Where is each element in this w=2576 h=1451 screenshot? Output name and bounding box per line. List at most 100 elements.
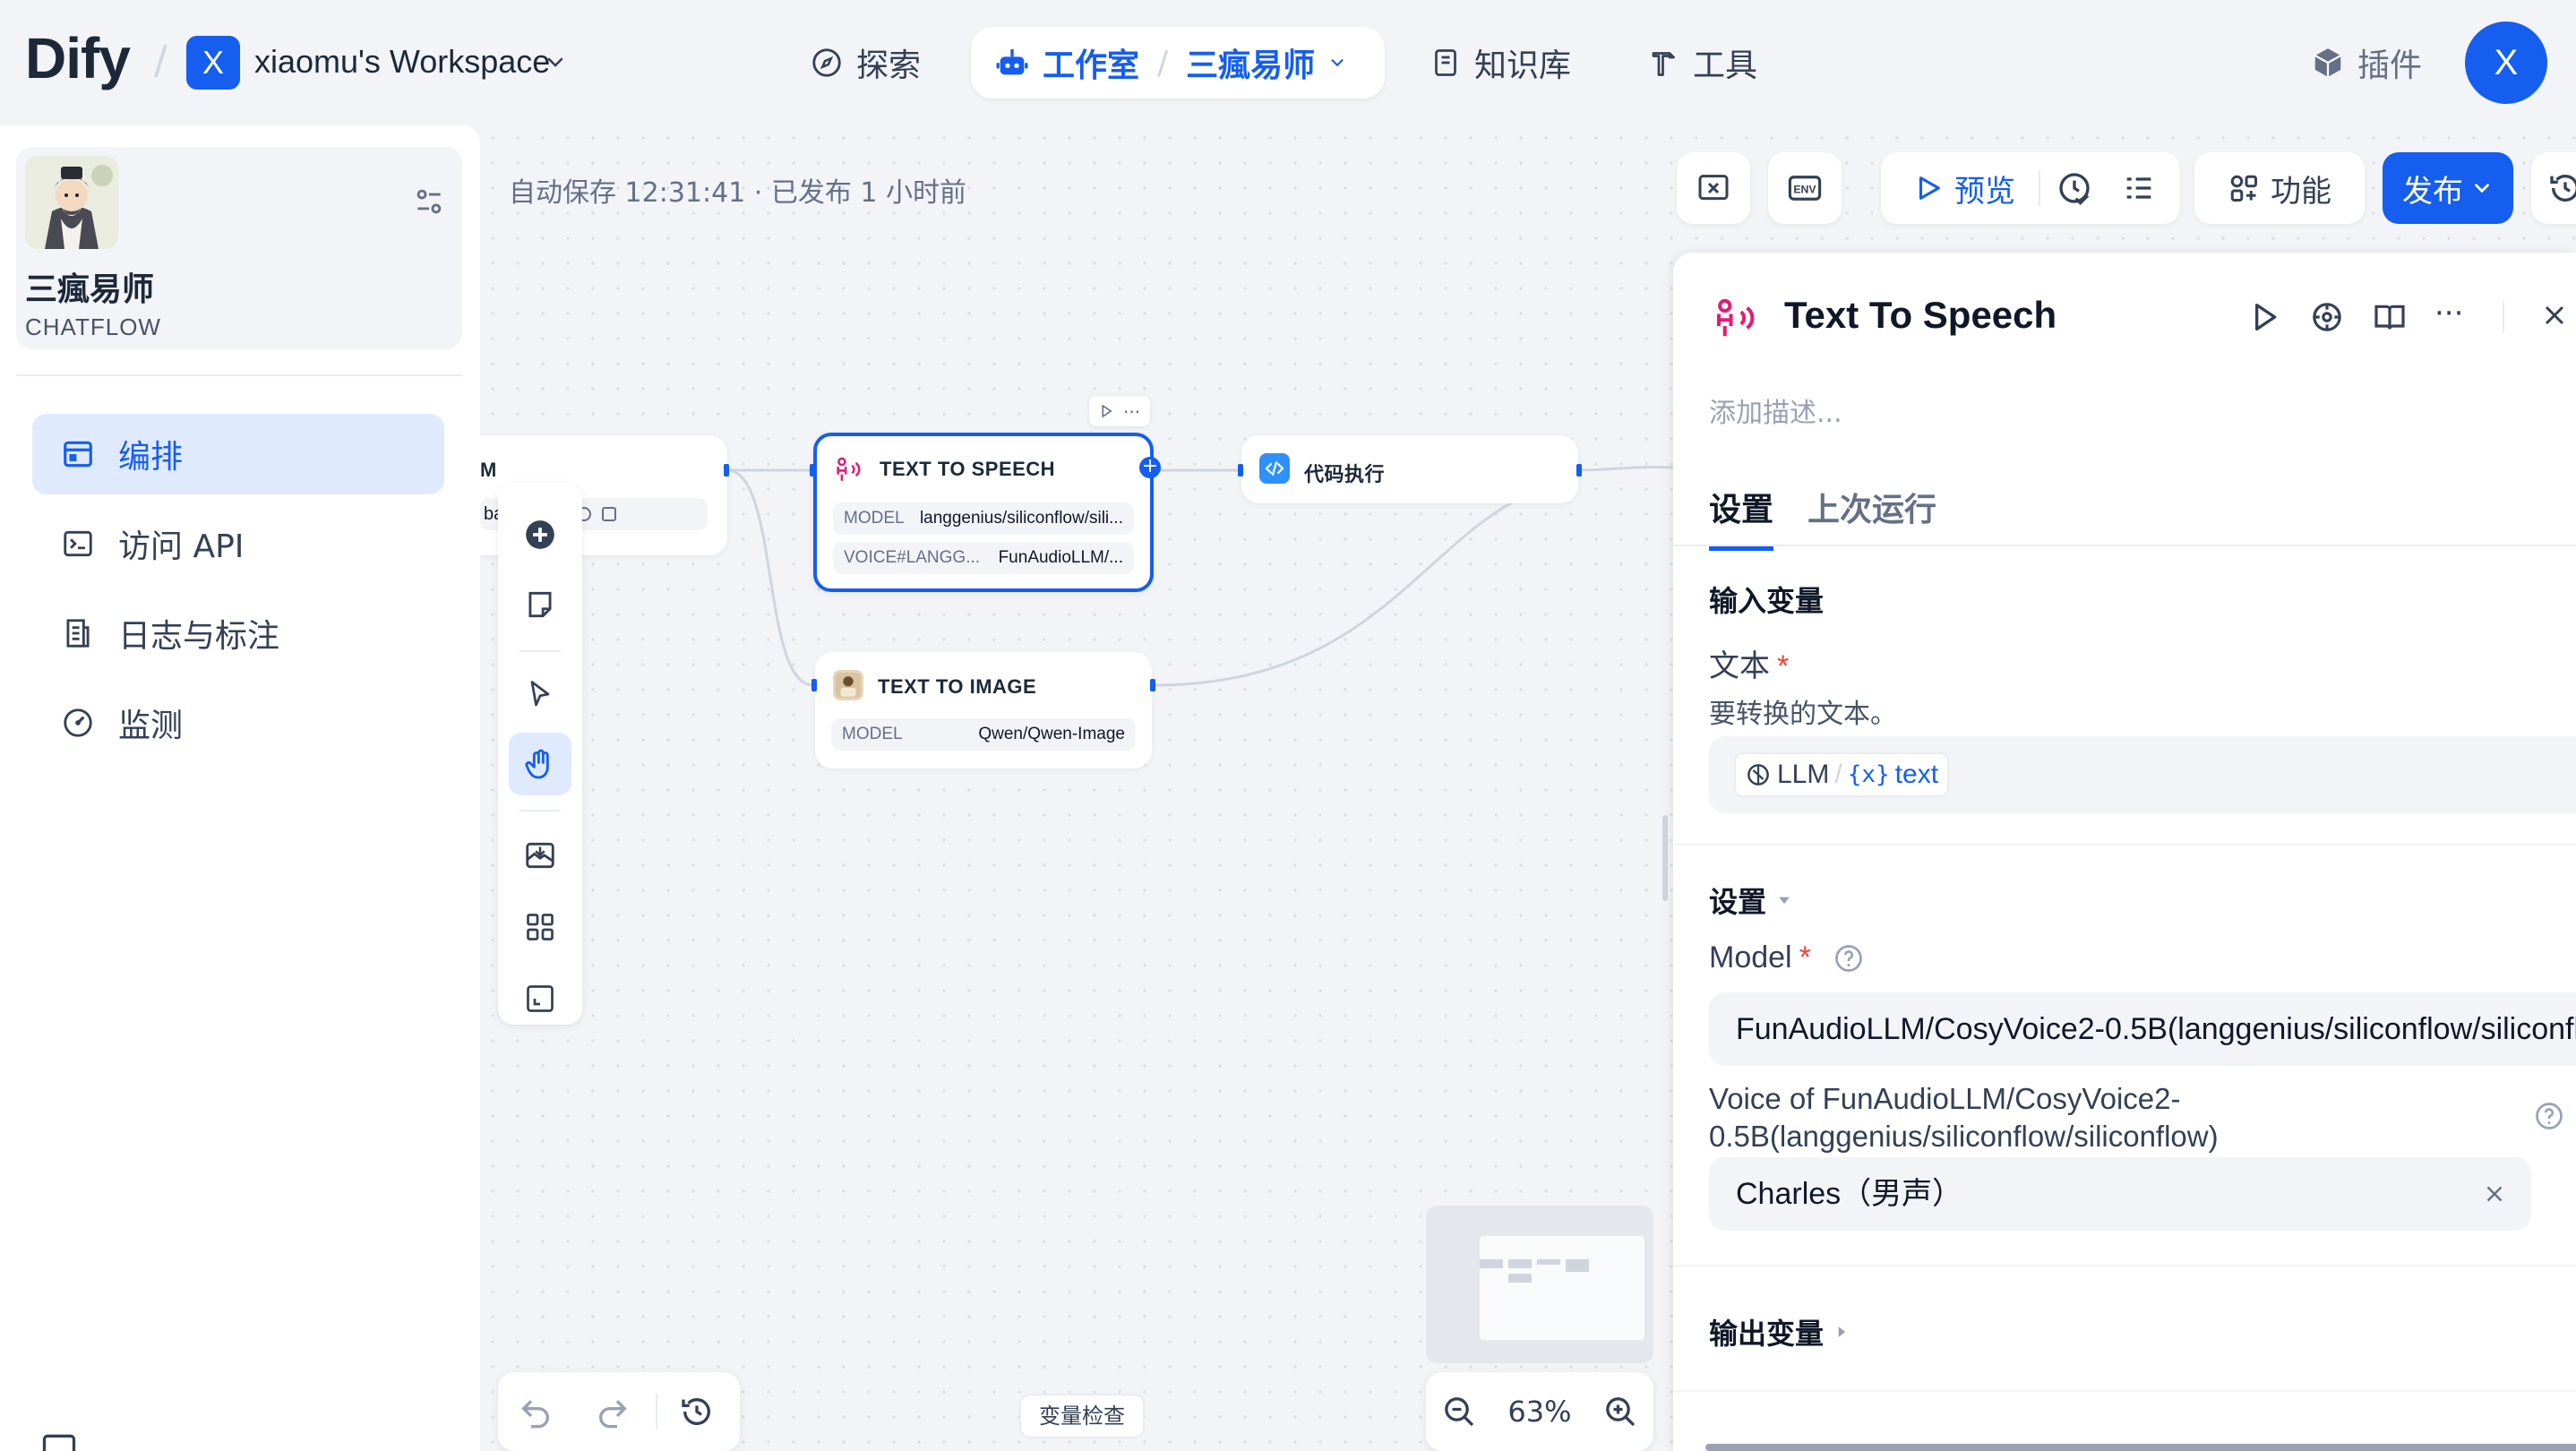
more-icon[interactable]: ··· (2434, 296, 2463, 331)
tts-input-handle[interactable] (810, 464, 815, 477)
tts-model-row: MODEL langgenius/siliconflow/sili... (833, 502, 1134, 535)
sidebar-item-monitor[interactable]: 监测 (32, 683, 444, 763)
text-to-image-node[interactable]: TEXT TO IMAGE MODEL Qwen/Qwen-Image (815, 652, 1152, 768)
text-field-label-text: 文本 (1709, 649, 1770, 683)
input-vars-title-text: 输入变量 (1709, 584, 1825, 618)
variable-x-icon: {x} (1847, 761, 1890, 788)
minimap-viewport[interactable] (1480, 1236, 1644, 1340)
sidebar-item-label: 编排 (118, 439, 184, 476)
description-input[interactable]: 添加描述... (1709, 391, 1842, 430)
organize-blocks-icon[interactable] (509, 896, 571, 958)
add-note-icon[interactable] (509, 573, 571, 636)
tts-voice-value: FunAudioLLM/... (998, 548, 1123, 567)
preview-button[interactable]: 预览 (1913, 152, 2015, 224)
app-settings-icon[interactable] (412, 185, 446, 219)
add-node-icon[interactable] (509, 503, 571, 566)
features-button[interactable]: 功能 (2194, 152, 2365, 224)
tti-input-handle[interactable] (811, 679, 817, 691)
variable-pill[interactable]: LLM / {x} text (1734, 752, 1950, 797)
clear-icon[interactable] (2481, 1181, 2508, 1207)
tts-node[interactable]: TEXT TO SPEECH MODEL langgenius/siliconf… (813, 433, 1154, 592)
help-icon[interactable] (1833, 942, 1865, 974)
run-history-icon[interactable] (2057, 170, 2092, 206)
undo-icon[interactable] (518, 1394, 554, 1430)
canvas-minimap[interactable] (1426, 1206, 1653, 1363)
tts-icon (833, 454, 863, 485)
variable-env-button[interactable] (1677, 152, 1750, 224)
chevron-down-icon (2470, 176, 2494, 200)
panel-resize-handle[interactable] (1662, 815, 1668, 901)
settings-section-title: 设置 (1709, 885, 1767, 919)
voice-select[interactable]: Charles（男声） (1709, 1157, 2531, 1231)
image-tool-icon (833, 670, 863, 700)
divider (519, 650, 561, 652)
voice-select-value: Charles（男声） (1736, 1177, 1963, 1211)
terminal-icon (61, 527, 95, 561)
llm-node-handle[interactable] (724, 464, 729, 477)
tab-settings[interactable]: 设置 (1709, 484, 1774, 551)
horizontal-scrollbar[interactable] (1705, 1444, 2576, 1451)
apps-icon (2228, 172, 2260, 204)
env-button[interactable]: ENV (1768, 152, 1842, 224)
code-input-handle[interactable] (1238, 464, 1243, 477)
change-history-icon[interactable] (679, 1394, 715, 1430)
checklist-icon[interactable] (2121, 170, 2157, 206)
version-history-button[interactable] (2531, 152, 2576, 224)
divider (656, 1394, 657, 1430)
tti-model-key: MODEL (842, 725, 903, 743)
canvas-tool-palette (498, 484, 582, 1025)
tab-last-run[interactable]: 上次运行 (1807, 484, 1936, 546)
divider (2503, 301, 2504, 333)
text-field-hint: 要转换的文本。 (1709, 699, 1897, 730)
divider (1673, 1390, 2576, 1392)
llm-node-icon (1745, 761, 1772, 788)
add-next-node-icon[interactable]: + (1139, 457, 1161, 478)
help-crosshair-icon[interactable] (2309, 299, 2345, 335)
autosave-status: 自动保存 12:31:41 · 已发布 1 小时前 (509, 177, 967, 209)
text-variable-field[interactable]: LLM / {x} text (1709, 736, 2576, 813)
export-image-icon[interactable] (509, 824, 571, 887)
divider (16, 374, 462, 376)
divider (1673, 844, 2576, 846)
zoom-level[interactable]: 63% (1507, 1395, 1571, 1429)
pointer-icon[interactable] (509, 663, 571, 726)
close-icon[interactable] (2538, 299, 2571, 331)
preview-group: 预览 (1881, 152, 2180, 224)
zoom-in-icon[interactable] (1602, 1394, 1638, 1430)
zoom-out-icon[interactable] (1441, 1394, 1477, 1430)
sidebar-item-api[interactable]: 访问 API (32, 503, 444, 584)
publish-button[interactable]: 发布 (2383, 152, 2513, 224)
redo-icon[interactable] (595, 1394, 631, 1430)
code-node[interactable]: 代码执行 (1241, 435, 1578, 503)
file-list-icon (61, 616, 95, 650)
tts-voice-row: VOICE#LANGG... FunAudioLLM/... (833, 542, 1134, 574)
output-vars-toggle[interactable]: 输出变量 (1709, 1311, 1850, 1352)
app-avatar (25, 156, 118, 249)
tts-icon (1711, 294, 1759, 342)
app-info-card[interactable]: 三瘋易师 CHATFLOW (16, 147, 462, 349)
help-icon[interactable] (2533, 1100, 2565, 1132)
settings-section-toggle[interactable]: 设置 (1709, 880, 1793, 921)
input-vars-title: 输入变量 (1709, 579, 1824, 620)
model-select[interactable]: FunAudioLLM/CosyVoice2-0.5B(langgenius/s… (1709, 992, 2576, 1066)
required-mark: * (1799, 940, 1811, 974)
panel-title[interactable]: Text To Speech (1784, 294, 2057, 337)
hand-tool-icon[interactable] (509, 733, 571, 795)
run-node-icon[interactable] (1098, 403, 1114, 419)
code-output-handle[interactable] (1576, 464, 1582, 477)
collapse-sidebar-icon[interactable] (39, 1430, 79, 1451)
publish-label: 发布 (2402, 173, 2463, 210)
more-icon[interactable]: ··· (1123, 401, 1140, 423)
minimap-node (1508, 1274, 1532, 1283)
run-step-icon[interactable] (2246, 299, 2282, 335)
sidebar-item-orchestrate[interactable]: 编排 (32, 414, 444, 494)
sidebar-item-logs[interactable]: 日志与标注 (32, 593, 444, 674)
book-open-icon[interactable] (2372, 299, 2408, 335)
tti-output-handle[interactable] (1150, 679, 1155, 691)
variable-inspect-button[interactable]: 变量检查 (1019, 1394, 1145, 1438)
fullscreen-icon[interactable] (509, 967, 571, 1030)
caret-right-icon (1833, 1323, 1850, 1341)
tti-model-row: MODEL Qwen/Qwen-Image (831, 718, 1136, 751)
model-label-text: Model (1709, 940, 1792, 974)
tti-model-value: Qwen/Qwen-Image (978, 725, 1125, 743)
